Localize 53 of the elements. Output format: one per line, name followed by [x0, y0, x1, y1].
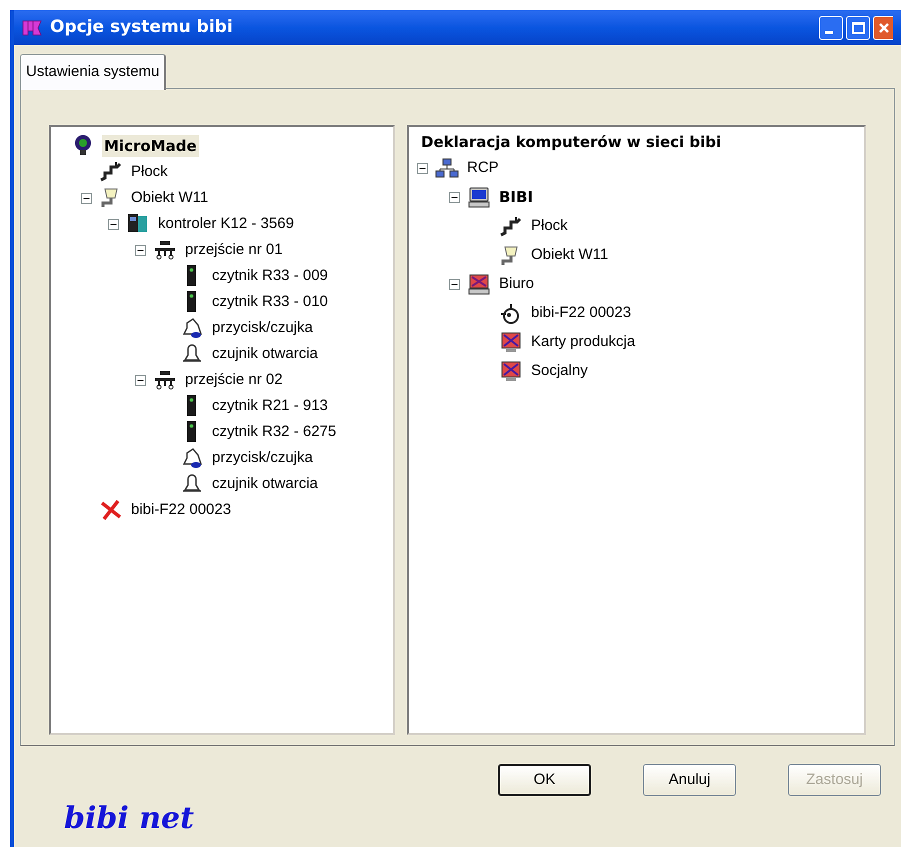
collapse-toggle[interactable]: [449, 279, 460, 290]
tab[interactable]: Ustawienia systemu: [20, 54, 166, 90]
collapse-toggle[interactable]: [108, 218, 119, 230]
tree-item[interactable]: Socjalny: [529, 360, 590, 383]
dialog-button[interactable]: OK: [498, 764, 591, 796]
tree-item[interactable]: Obiekt W11: [529, 244, 610, 267]
panel-heading: Deklaracja komputerów w sieci bibi: [420, 132, 722, 153]
crossed-computer-icon: [467, 272, 491, 296]
tree-item[interactable]: przycisk/czujka: [210, 446, 315, 470]
collapse-toggle[interactable]: [449, 192, 460, 203]
collapse-toggle[interactable]: [135, 244, 146, 256]
tree-item[interactable]: kontroler K12 - 3569: [156, 212, 296, 236]
collapse-toggle[interactable]: [417, 163, 428, 174]
close-button[interactable]: [873, 16, 893, 40]
crossed-monitor-icon: [499, 330, 523, 354]
minimize-button[interactable]: [819, 16, 843, 40]
pipe-icon: [499, 214, 523, 238]
close-icon: [878, 22, 890, 34]
tree-item[interactable]: czytnik R32 - 6275: [210, 420, 338, 444]
tree-item[interactable]: bibi-F22 00023: [529, 302, 634, 325]
collapse-toggle[interactable]: [135, 374, 146, 386]
tree-item[interactable]: MicroMade: [102, 134, 199, 158]
logo: bibi net: [64, 802, 194, 836]
tree-item[interactable]: czujnik otwarcia: [210, 472, 320, 496]
tree-item[interactable]: Karty produkcja: [529, 331, 638, 354]
window-title: Opcje systemu bibi: [50, 16, 233, 39]
crossed-monitor-icon: [499, 360, 523, 384]
tree-item[interactable]: czytnik R33 - 009: [210, 264, 330, 288]
tree-item[interactable]: Płock: [529, 215, 570, 238]
computer-icon: [467, 186, 491, 210]
tree-item[interactable]: czytnik R21 - 913: [210, 394, 330, 418]
tree-item[interactable]: bibi-F22 00023: [129, 498, 234, 522]
tree-item[interactable]: Biuro: [497, 273, 536, 296]
tree-item[interactable]: czujnik otwarcia: [210, 342, 320, 366]
tree-item[interactable]: przejście nr 01: [183, 238, 285, 262]
gate-icon: [153, 368, 177, 392]
tree-item[interactable]: Płock: [129, 160, 170, 184]
tree-item[interactable]: czytnik R33 - 010: [210, 290, 330, 314]
pipe-icon: [99, 160, 123, 184]
tree-item[interactable]: Obiekt W11: [129, 186, 210, 210]
app-icon: [22, 18, 42, 36]
bell-button-icon: [180, 446, 204, 470]
maximize-button[interactable]: [846, 16, 870, 40]
gate-icon: [153, 238, 177, 262]
bell-button-icon: [180, 316, 204, 340]
cross-icon: [99, 498, 123, 522]
tree-item[interactable]: RCP: [465, 157, 501, 180]
network-icon: [435, 156, 459, 180]
tree-item[interactable]: BIBI: [497, 186, 536, 209]
collapse-toggle[interactable]: [81, 192, 92, 204]
tree-item[interactable]: przejście nr 02: [183, 368, 285, 392]
dialog-button[interactable]: Anuluj: [643, 764, 736, 796]
tree-item[interactable]: przycisk/czujka: [210, 316, 315, 340]
